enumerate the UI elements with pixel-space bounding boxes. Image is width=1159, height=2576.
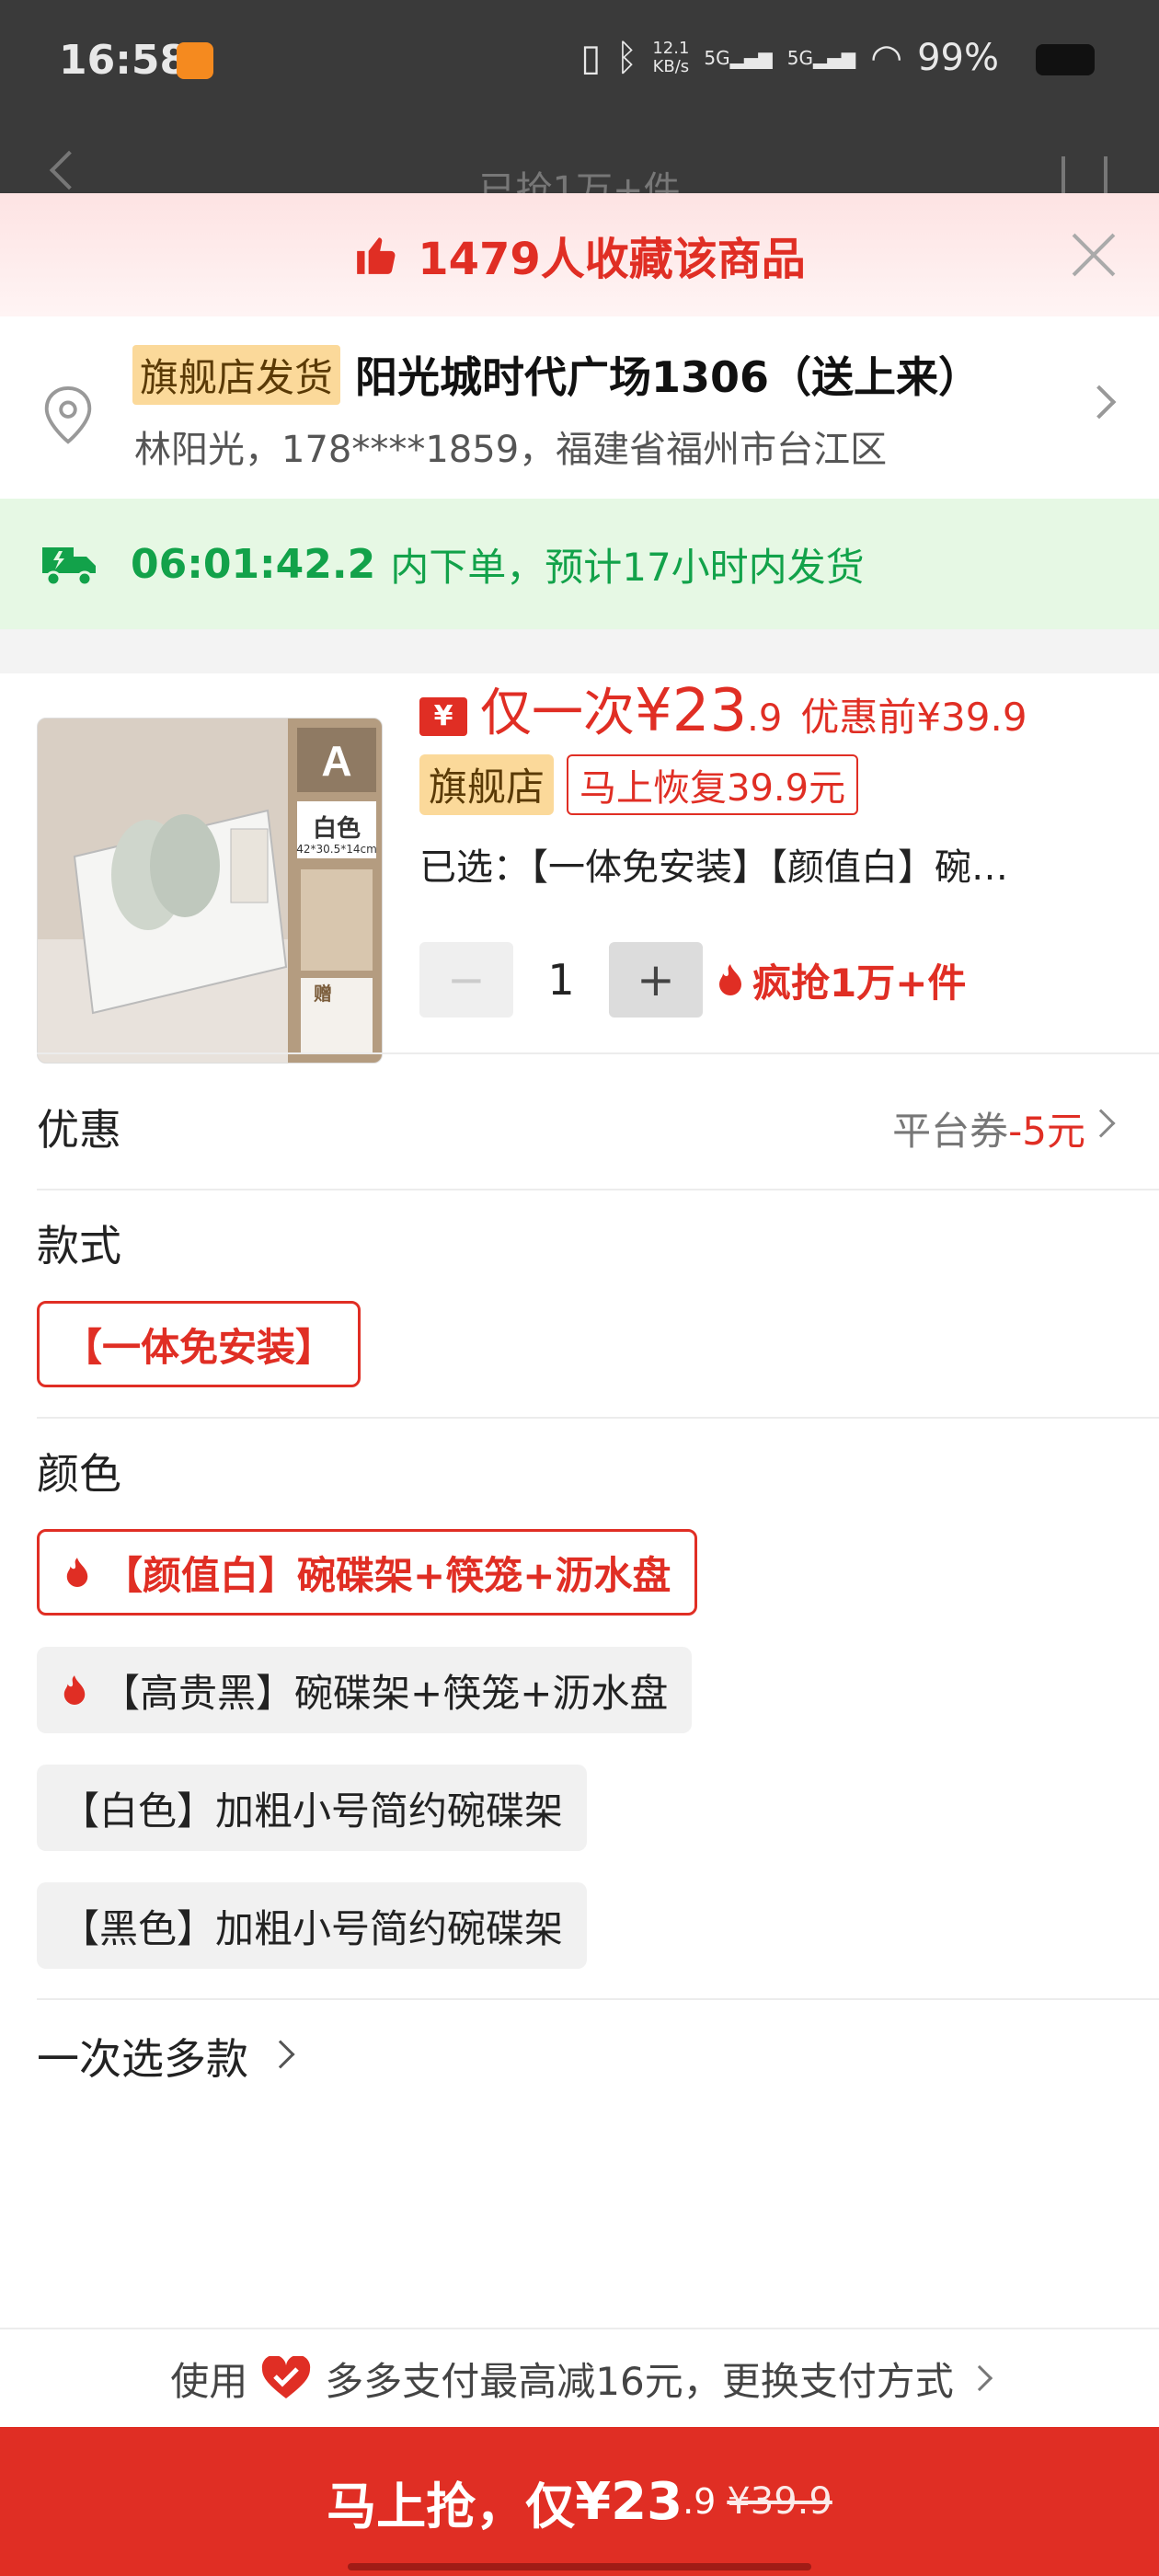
hot-sales-text: 疯抢1万+件 — [752, 960, 967, 1006]
countdown-timer: 06:01:42.2 — [131, 540, 376, 588]
color-title: 颜色 — [37, 1449, 121, 1499]
network-speed: 12.1 KB/s — [652, 39, 690, 76]
delivery-truck-icon — [42, 547, 96, 587]
quantity-value[interactable]: 1 — [513, 955, 609, 1005]
home-indicator[interactable] — [348, 2563, 811, 2570]
gift-label: 赠 — [314, 983, 332, 1005]
buy-price-decimal: .9 — [683, 2481, 717, 2522]
buy-price-main: ¥23 — [575, 2471, 683, 2532]
address-main: 阳光城时代广场1306（送上来） — [355, 352, 981, 402]
buy-label: 马上抢，仅 — [327, 2477, 576, 2536]
variant-letter: A — [321, 737, 351, 785]
chevron-right-icon — [1086, 1109, 1116, 1138]
product-summary: A 白色 42*30.5*14cm 赠 — [0, 673, 1159, 1086]
status-time: 16:58 — [59, 37, 189, 84]
buy-now-button[interactable]: 马上抢，仅 ¥23 .9 ¥39.9 — [0, 2427, 1159, 2576]
product-image[interactable]: A 白色 42*30.5*14cm 赠 — [37, 718, 383, 1064]
color-option-label: 【颜值白】碗碟架+筷笼+沥水盘 — [104, 1552, 671, 1598]
flame-icon — [719, 964, 741, 995]
signal-icon-1: 5G▂▄▆ — [704, 47, 773, 69]
flagship-ship-tag: 旗舰店发货 — [132, 344, 341, 405]
battery-percent: 99% — [917, 37, 999, 79]
status-bar: 16:58 ▯ ᛒ 12.1 KB/s 5G▂▄▆ 5G▂▄▆ ◠ 99% — [0, 0, 1159, 120]
chevron-right-icon — [966, 2364, 993, 2392]
variant-size: 42*30.5*14cm — [296, 843, 377, 856]
vibrate-icon: ▯ — [580, 37, 602, 79]
style-section: 款式 【一体免安装】 — [0, 1190, 1159, 1417]
status-icons: ▯ ᛒ 12.1 KB/s 5G▂▄▆ 5G▂▄▆ ◠ 99% — [580, 37, 1076, 79]
color-option-white-small[interactable]: 【白色】加粗小号简约碗碟架 — [37, 1765, 588, 1851]
address-detail: 林阳光，178****1859，福建省福州市台江区 — [134, 429, 888, 471]
wifi-icon: ◠ — [870, 37, 903, 79]
flame-icon — [63, 1675, 86, 1705]
share-icon — [1061, 156, 1107, 197]
buy-price-original: ¥39.9 — [727, 2480, 832, 2523]
flame-icon — [66, 1558, 88, 1587]
delivery-countdown-bar: 06:01:42.2 内下单，预计17小时内发货 — [0, 499, 1159, 629]
thumbs-up-icon — [357, 237, 396, 274]
decrease-button[interactable]: − — [419, 942, 513, 1018]
pay-text: 多多支付最高减16元，更换支付方式 — [325, 2358, 954, 2404]
style-title: 款式 — [37, 1221, 121, 1271]
quantity-stepper: − 1 + 疯抢1万+件 — [419, 942, 966, 1018]
multi-select-row[interactable]: 一次选多款 — [0, 2000, 1159, 2112]
location-pin-icon — [44, 385, 92, 444]
section-gap — [0, 629, 1159, 673]
color-option-black-set[interactable]: 【高贵黑】碗碟架+筷笼+沥水盘 — [37, 1647, 693, 1733]
delivery-estimate: 内下单，预计17小时内发货 — [390, 544, 865, 590]
favorite-banner: 1479人收藏该商品 — [0, 193, 1159, 316]
chevron-right-icon — [266, 2040, 295, 2069]
color-option-black-small[interactable]: 【黑色】加粗小号简约碗碟架 — [37, 1882, 588, 1969]
pay-prefix: 使用 — [170, 2358, 248, 2404]
multi-select-label: 一次选多款 — [37, 2034, 248, 2084]
background-page-header: 已抢1万+件 — [0, 120, 1159, 212]
favorite-count-text: 1479人收藏该商品 — [418, 234, 806, 285]
duoduo-pay-icon — [262, 2356, 311, 2398]
promo-label: 优惠 — [37, 1105, 121, 1155]
chevron-right-icon — [1082, 385, 1117, 420]
payment-method-row[interactable]: 使用 多多支付最高减16元，更换支付方式 — [0, 2328, 1159, 2427]
increase-button[interactable]: + — [609, 942, 703, 1018]
color-option-white-set[interactable]: 【颜值白】碗碟架+筷笼+沥水盘 — [37, 1529, 698, 1616]
color-option-label: 【高贵黑】碗碟架+筷笼+沥水盘 — [101, 1670, 669, 1716]
options-area: 优惠 平台券-5元 款式 【一体免安装】 颜色 【颜值白】碗碟架+筷笼+沥水盘 … — [0, 1052, 1159, 2112]
promo-row[interactable]: 优惠 平台券-5元 — [0, 1054, 1159, 1189]
app-notification-icon — [177, 42, 213, 79]
color-section: 颜色 【颜值白】碗碟架+筷笼+沥水盘 【高贵黑】碗碟架+筷笼+沥水盘 【白色】加… — [0, 1419, 1159, 1998]
promo-amount: -5元 — [1008, 1109, 1085, 1154]
promo-value: 平台券-5元 — [892, 1109, 1085, 1154]
hot-sales: 疯抢1万+件 — [716, 952, 966, 1008]
variant-color: 白色 — [313, 814, 361, 843]
style-option-selected[interactable]: 【一体免安装】 — [37, 1301, 361, 1387]
address-row[interactable]: 旗舰店发货 阳光城时代广场1306（送上来） 林阳光，178****1859，福… — [0, 316, 1159, 499]
close-icon[interactable] — [1069, 230, 1119, 280]
bluetooth-icon: ᛒ — [615, 37, 638, 79]
battery-icon — [1036, 44, 1095, 75]
dish-rack-illustration: A 白色 42*30.5*14cm 赠 — [38, 719, 382, 1063]
signal-icon-2: 5G▂▄▆ — [786, 47, 856, 69]
